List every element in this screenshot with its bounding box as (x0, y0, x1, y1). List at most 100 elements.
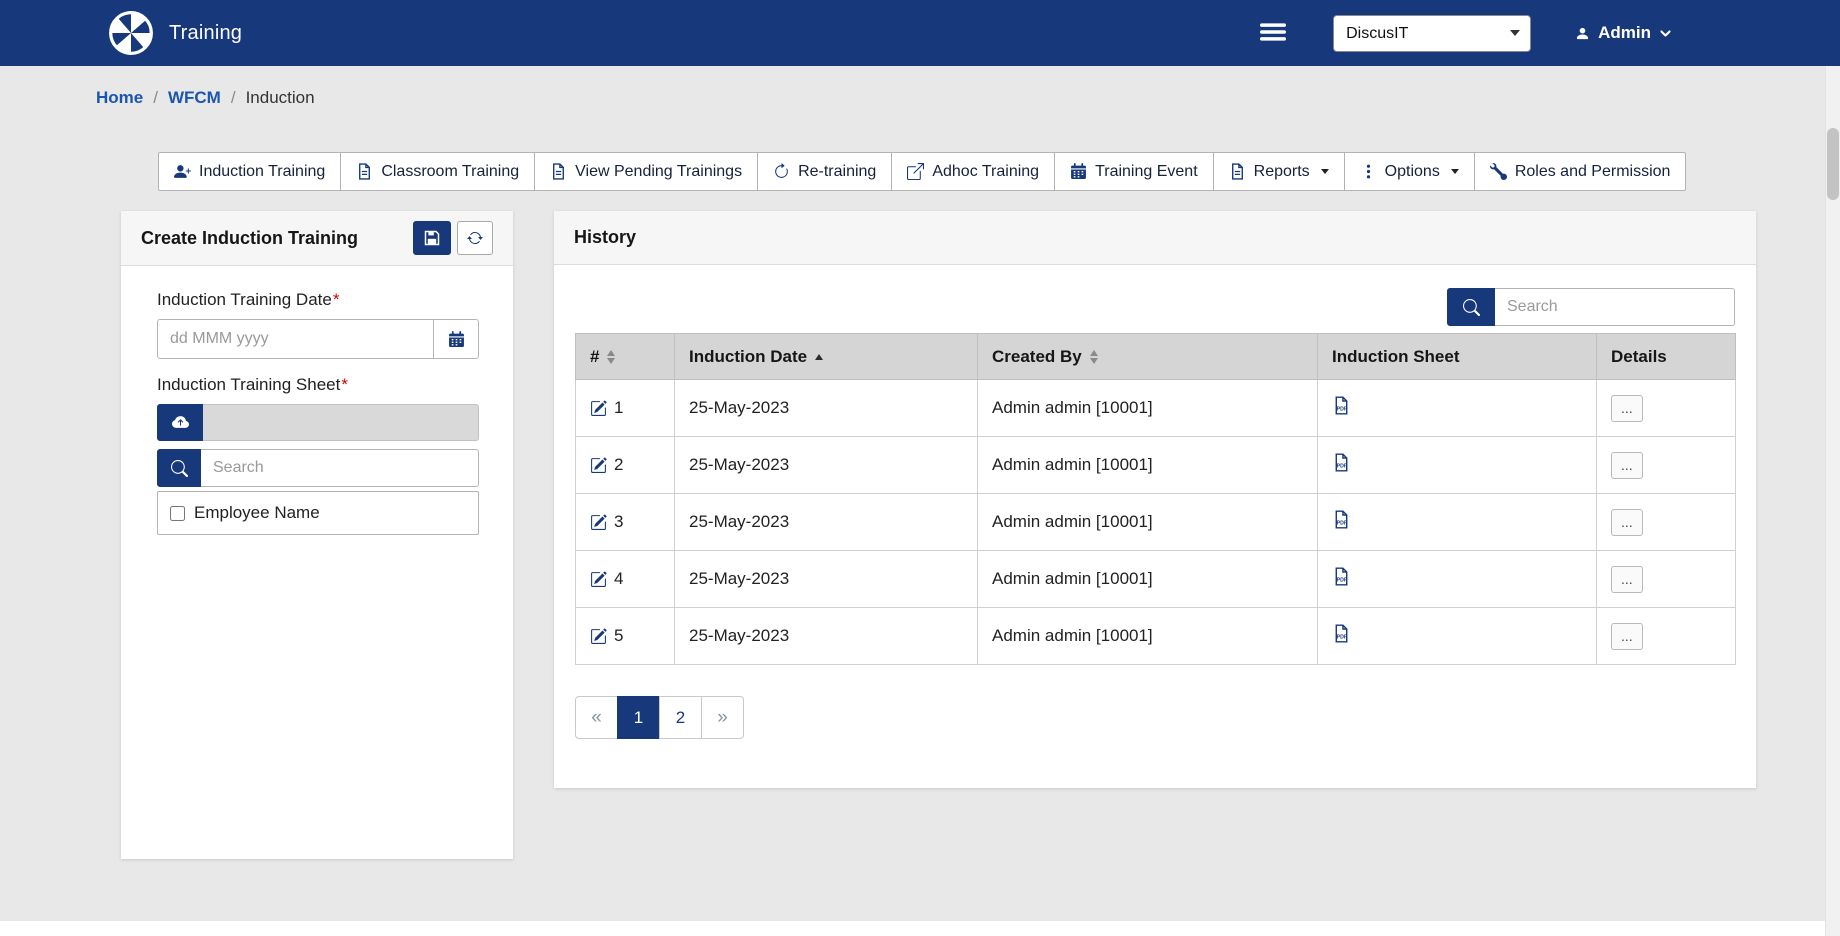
date-picker-button[interactable] (433, 319, 479, 359)
edit-icon[interactable] (590, 457, 607, 474)
induction-date-cell: 25-May-2023 (675, 551, 978, 608)
breadcrumb-separator: / (231, 88, 236, 108)
tab-classroom-training[interactable]: Classroom Training (340, 152, 535, 191)
breadcrumb-link-home[interactable]: Home (96, 88, 143, 108)
panel-header-actions (413, 221, 493, 255)
calendar-icon (448, 331, 465, 348)
induction-date-input[interactable] (157, 319, 434, 359)
row-number: 3 (614, 512, 623, 532)
tab-label: Induction Training (199, 163, 325, 181)
brand-title: Training (169, 22, 242, 45)
induction-date-label: Induction Training Date* (157, 290, 479, 310)
tab-training-event[interactable]: Training Event (1054, 152, 1214, 191)
upload-filename-bar[interactable] (203, 404, 479, 441)
employee-checkbox[interactable] (170, 506, 185, 521)
page-footer (0, 921, 1840, 936)
created-by-cell: Admin admin [10001] (978, 551, 1318, 608)
history-header: History (554, 211, 1756, 265)
pdf-file-icon[interactable] (1332, 396, 1351, 415)
edit-icon[interactable] (590, 400, 607, 417)
created-by-cell: Admin admin [10001] (978, 437, 1318, 494)
breadcrumb-link-wfcm[interactable]: WFCM (168, 88, 221, 108)
pagination-page-2[interactable]: 2 (659, 696, 702, 739)
history-table: # Induction Date Created By I (575, 333, 1736, 665)
history-search-input[interactable] (1495, 288, 1735, 326)
employee-name-label: Employee Name (194, 503, 320, 523)
save-icon (424, 230, 440, 246)
row-number: 4 (614, 569, 623, 589)
tab-label: Re-training (798, 163, 876, 181)
search-icon (171, 460, 188, 477)
calendar-icon (1070, 163, 1087, 180)
edit-icon[interactable] (590, 628, 607, 645)
tab-re-training[interactable]: Re-training (757, 152, 892, 191)
menu-toggle-button[interactable] (1257, 17, 1289, 49)
induction-date-cell: 25-May-2023 (675, 494, 978, 551)
pagination-next-button[interactable]: » (701, 696, 744, 739)
details-button[interactable]: ... (1611, 623, 1643, 650)
employee-search-input[interactable] (201, 449, 479, 487)
induction-date-cell: 25-May-2023 (675, 608, 978, 665)
page-content: Create Induction Training Induction Trai… (0, 211, 1840, 859)
tab-options-dropdown[interactable]: Options (1344, 152, 1475, 191)
user-icon (1575, 26, 1590, 41)
pagination: « 1 2 » (575, 696, 1735, 739)
user-menu[interactable]: Admin (1575, 23, 1672, 43)
tab-label: Classroom Training (381, 163, 519, 181)
induction-date-cell: 25-May-2023 (675, 380, 978, 437)
tab-label: Options (1385, 163, 1440, 181)
history-search-button[interactable] (1447, 288, 1495, 326)
pdf-file-icon[interactable] (1332, 453, 1351, 472)
tab-view-pending-trainings[interactable]: View Pending Trainings (534, 152, 758, 191)
tab-induction-training[interactable]: Induction Training (158, 152, 341, 191)
employee-search-group (157, 449, 479, 487)
row-number: 5 (614, 626, 623, 646)
column-header-induction-date[interactable]: Induction Date (675, 334, 978, 380)
tenant-select-wrap: DiscusIT (1333, 15, 1531, 52)
column-header-created-by[interactable]: Created By (978, 334, 1318, 380)
upload-button[interactable] (157, 404, 203, 441)
person-plus-icon (174, 163, 191, 180)
edit-icon[interactable] (590, 514, 607, 531)
tenant-select[interactable]: DiscusIT (1333, 15, 1531, 52)
row-number: 1 (614, 398, 623, 418)
tab-label: Adhoc Training (932, 163, 1039, 181)
tab-label: Roles and Permission (1515, 163, 1671, 181)
cloud-upload-icon (172, 414, 189, 431)
details-button[interactable]: ... (1611, 566, 1643, 593)
navbar-right-group: DiscusIT Admin (1257, 15, 1672, 52)
search-icon (1463, 299, 1480, 316)
breadcrumb-separator: / (153, 88, 158, 108)
tab-roles-and-permission[interactable]: Roles and Permission (1474, 152, 1687, 191)
details-button[interactable]: ... (1611, 509, 1643, 536)
history-panel: History # (554, 211, 1756, 788)
sort-icon (607, 350, 615, 364)
pdf-file-icon[interactable] (1332, 567, 1351, 586)
table-header-row: # Induction Date Created By I (576, 334, 1736, 380)
history-title: History (574, 227, 636, 248)
employee-search-button[interactable] (157, 449, 201, 487)
details-button[interactable]: ... (1611, 452, 1643, 479)
scrollbar-thumb[interactable] (1827, 128, 1839, 200)
pdf-file-icon[interactable] (1332, 624, 1351, 643)
employee-checkbox-row[interactable]: Employee Name (157, 491, 479, 535)
details-button[interactable]: ... (1611, 395, 1643, 422)
caret-down-icon (1451, 169, 1459, 174)
save-button[interactable] (413, 221, 451, 255)
history-body: # Induction Date Created By I (554, 288, 1756, 767)
pagination-prev-button[interactable]: « (575, 696, 618, 739)
app-brand[interactable]: Training (108, 10, 242, 56)
column-header-num[interactable]: # (576, 334, 675, 380)
vertical-scrollbar[interactable] (1825, 66, 1840, 936)
created-by-cell: Admin admin [10001] (978, 608, 1318, 665)
required-mark: * (333, 290, 340, 309)
hamburger-icon (1258, 17, 1288, 47)
app-logo-icon (108, 10, 154, 56)
refresh-button[interactable] (457, 221, 493, 255)
tab-adhoc-training[interactable]: Adhoc Training (891, 152, 1055, 191)
edit-icon[interactable] (590, 571, 607, 588)
pdf-file-icon[interactable] (1332, 510, 1351, 529)
pagination-page-1[interactable]: 1 (617, 696, 660, 739)
tab-reports-dropdown[interactable]: Reports (1213, 152, 1345, 191)
chevron-down-icon (1659, 27, 1672, 40)
